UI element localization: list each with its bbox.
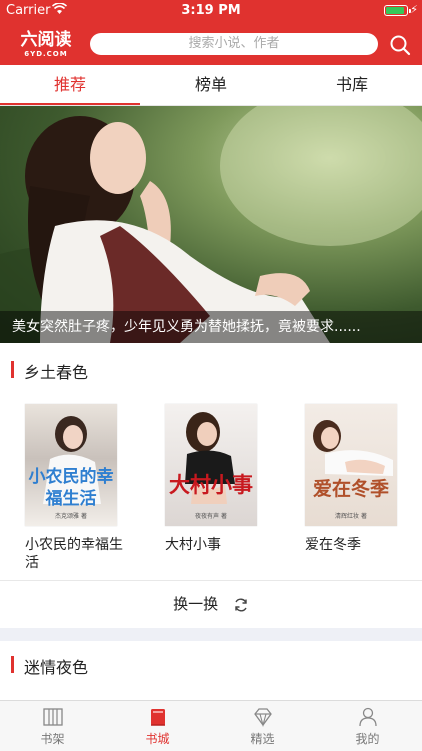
section-title: 迷情夜色 — [24, 658, 89, 677]
user-icon — [358, 707, 377, 727]
featured-banner[interactable]: 美女突然肚子疼，少年见义勇为替她揉抚，竟被要求...... — [0, 106, 422, 343]
bookshelf-icon — [42, 708, 63, 726]
book-card[interactable]: 小农民的幸福生活 杰克颂雅 著 小农民的幸福生活 — [25, 404, 125, 572]
logo-subtext: 6YD.COM — [24, 50, 68, 58]
category-tabs: 推荐 榜单 书库 — [0, 65, 422, 106]
search-icon[interactable] — [389, 34, 411, 56]
tab-library[interactable]: 书库 — [282, 65, 422, 105]
cover-title: 爱在冬季 — [312, 478, 389, 500]
cover-title: 大村小事 — [169, 472, 253, 497]
refresh-label: 换一换 — [173, 595, 219, 613]
nav-bookstore[interactable]: 书城 — [105, 701, 210, 751]
book-title: 大村小事 — [165, 537, 221, 553]
section-header-night: 迷情夜色 — [0, 645, 422, 685]
refresh-button[interactable]: 换一换 — [0, 580, 422, 628]
nav-label: 我的 — [355, 732, 380, 746]
banner-image — [0, 106, 422, 343]
tab-label: 推荐 — [53, 75, 86, 94]
app-logo[interactable]: 六阅读 6YD.COM — [18, 31, 74, 59]
book-title: 爱在冬季 — [305, 537, 361, 553]
cover-title: 小农民的幸福生活 — [28, 467, 114, 509]
section-accent-bar — [11, 361, 14, 378]
nav-label: 精选 — [250, 732, 275, 746]
cover-author: 夜夜有声 著 — [195, 513, 227, 520]
book-card[interactable]: 爱在冬季 清辉红妆 著 爱在冬季 — [305, 404, 405, 554]
nav-bookshelf[interactable]: 书架 — [0, 701, 105, 751]
section-divider — [0, 628, 422, 641]
search-placeholder: 搜索小说、作者 — [188, 36, 280, 51]
app-header: Carrier 3:19 PM ⚡ 六阅读 6YD.COM 搜索小说、作者 — [0, 0, 422, 65]
active-tab-indicator — [0, 103, 140, 105]
cover-author: 杰克颂雅 著 — [55, 513, 87, 520]
book-cover[interactable]: 爱在冬季 清辉红妆 著 — [305, 404, 397, 526]
banner-caption: 美女突然肚子疼，少年见义勇为替她揉抚，竟被要求...... — [0, 311, 422, 343]
charging-icon: ⚡ — [410, 3, 418, 16]
book-card[interactable]: 大村小事 夜夜有声 著 大村小事 — [165, 404, 265, 554]
tab-recommend[interactable]: 推荐 — [0, 65, 140, 105]
nav-label: 书架 — [40, 732, 65, 746]
tab-rankings[interactable]: 榜单 — [141, 65, 281, 105]
battery-icon — [384, 5, 411, 16]
section-accent-bar — [11, 656, 14, 673]
diamond-icon — [253, 708, 272, 728]
bookstore-icon — [150, 709, 165, 726]
clock: 3:19 PM — [181, 3, 241, 18]
section-title: 乡土春色 — [24, 363, 89, 382]
cover-author: 清辉红妆 著 — [335, 513, 367, 520]
refresh-icon — [235, 598, 247, 611]
logo-text: 六阅读 — [20, 30, 72, 50]
tab-label: 书库 — [335, 75, 368, 94]
status-bar: Carrier 3:19 PM ⚡ — [0, 0, 422, 22]
book-cover[interactable]: 小农民的幸福生活 杰克颂雅 著 — [25, 404, 117, 526]
tab-label: 榜单 — [194, 75, 227, 94]
nav-label: 书城 — [145, 732, 170, 746]
book-cover[interactable]: 大村小事 夜夜有声 著 — [165, 404, 257, 526]
search-input[interactable]: 搜索小说、作者 — [90, 33, 378, 55]
bottom-navigation: 书架 书城 精选 我的 — [0, 700, 422, 751]
nav-profile[interactable]: 我的 — [315, 701, 420, 751]
book-title: 小农民的幸福生活 — [25, 537, 123, 571]
nav-featured[interactable]: 精选 — [210, 701, 315, 751]
section-header-rural: 乡土春色 — [0, 350, 422, 390]
